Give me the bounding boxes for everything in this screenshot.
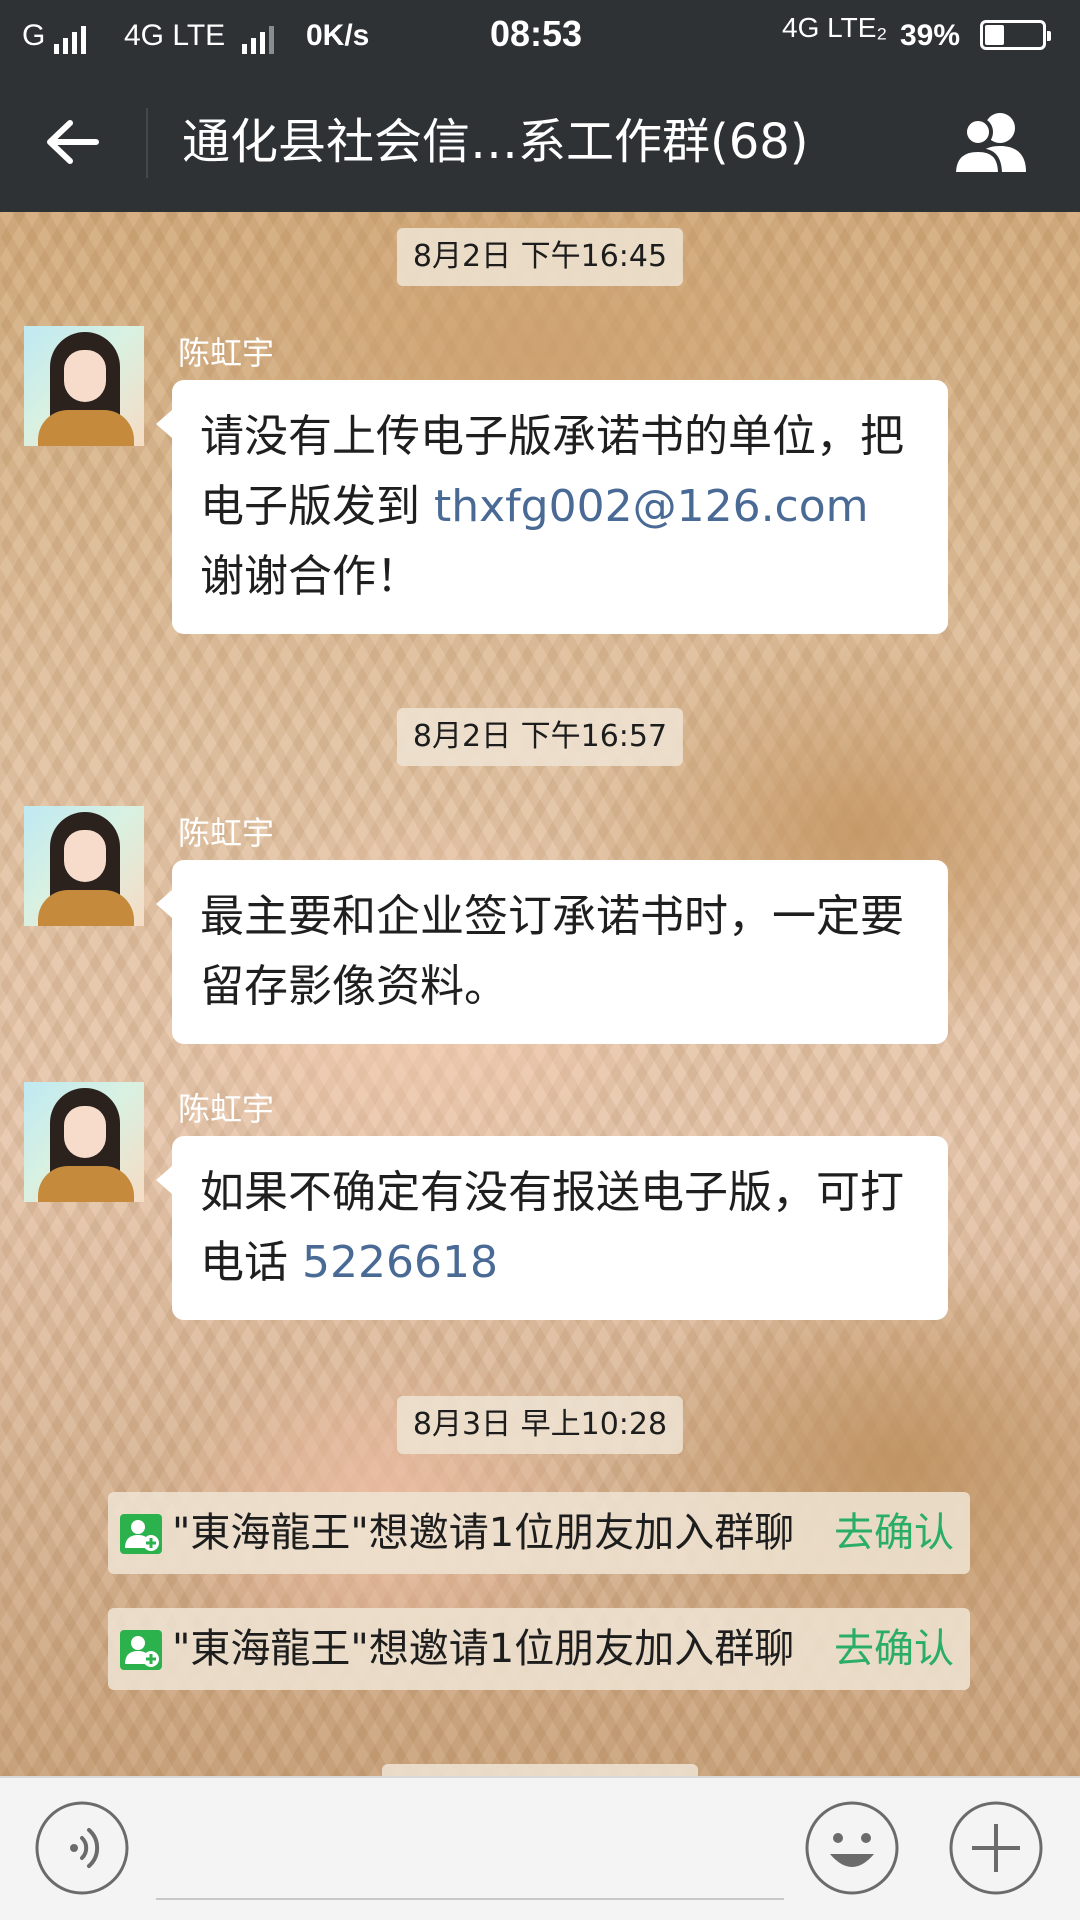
timestamp-chip: 8月2日 下午16:45 xyxy=(396,228,684,286)
emoji-button[interactable] xyxy=(804,1800,900,1896)
group-members-icon xyxy=(951,113,1026,176)
network-label-right: 4G LTE₂ xyxy=(782,12,888,43)
status-bar: G 4G LTE 0K/s 08:53 4G LTE₂ 39% xyxy=(0,0,1080,72)
message-text: 谢谢合作！ xyxy=(200,551,420,602)
arrow-left-icon xyxy=(47,120,99,164)
add-user-icon xyxy=(120,1630,162,1670)
message-text: 最主要和企业签订承诺书时，一定要留存影像资料。 xyxy=(200,891,904,1012)
input-bar xyxy=(0,1776,1080,1920)
battery-icon xyxy=(980,20,1051,50)
avatar[interactable] xyxy=(24,326,144,446)
message-input[interactable] xyxy=(156,1808,784,1900)
signal-icon-2 xyxy=(242,20,278,54)
confirm-invite-link[interactable]: 去确认 xyxy=(834,1492,954,1574)
add-user-icon xyxy=(120,1514,162,1554)
invite-text: "東海龍王"想邀请1位朋友加入群聊 xyxy=(172,1626,795,1672)
message-bubble[interactable]: 最主要和企业签订承诺书时，一定要留存影像资料。 xyxy=(156,860,948,1044)
group-members-button[interactable] xyxy=(948,108,1038,180)
chat-header: 通化县社会信…系工作群(68) xyxy=(0,72,1080,212)
back-button[interactable] xyxy=(30,107,116,177)
message-bubble[interactable]: 请没有上传电子版承诺书的单位，把电子版发到 thxfg002@126.com 谢… xyxy=(156,380,948,634)
chat-title: 通化县社会信…系工作群(68) xyxy=(182,114,809,170)
timestamp-chip-partial xyxy=(382,1764,698,1776)
sender-name: 陈虹宇 xyxy=(178,1090,275,1128)
voice-icon xyxy=(35,1801,129,1895)
invite-notice: "東海龍王"想邀请1位朋友加入群聊 去确认 xyxy=(108,1608,970,1690)
plus-icon xyxy=(949,1801,1043,1895)
clock: 08:53 xyxy=(490,13,583,54)
avatar[interactable] xyxy=(24,1082,144,1202)
more-button[interactable] xyxy=(948,1800,1044,1896)
timestamp-chip: 8月2日 下午16:57 xyxy=(396,708,684,766)
network-speed: 0K/s xyxy=(306,19,370,52)
message-bubble[interactable]: 如果不确定有没有报送电子版，可打电话 5226618 xyxy=(156,1136,948,1320)
invite-text: "東海龍王"想邀请1位朋友加入群聊 xyxy=(172,1510,795,1556)
voice-button[interactable] xyxy=(34,1800,130,1896)
sender-name: 陈虹宇 xyxy=(178,814,275,852)
signal-icon xyxy=(54,20,90,54)
invite-notice: "東海龍王"想邀请1位朋友加入群聊 去确认 xyxy=(108,1492,970,1574)
avatar[interactable] xyxy=(24,806,144,926)
sender-name: 陈虹宇 xyxy=(178,334,275,372)
email-link[interactable]: thxfg002@126.com xyxy=(434,481,869,532)
header-divider xyxy=(146,108,148,178)
confirm-invite-link[interactable]: 去确认 xyxy=(834,1608,954,1690)
timestamp-chip: 8月3日 早上10:28 xyxy=(396,1396,684,1454)
emoji-icon xyxy=(805,1801,899,1895)
network-label: 4G LTE xyxy=(124,19,226,52)
phone-link[interactable]: 5226618 xyxy=(302,1237,498,1288)
battery-percent: 39% xyxy=(900,19,961,52)
chat-message-list[interactable]: 8月2日 下午16:45 陈虹宇 请没有上传电子版承诺书的单位，把电子版发到 t… xyxy=(0,212,1080,1776)
battery-level-fill xyxy=(985,25,1005,45)
carrier-label: G xyxy=(22,19,46,52)
